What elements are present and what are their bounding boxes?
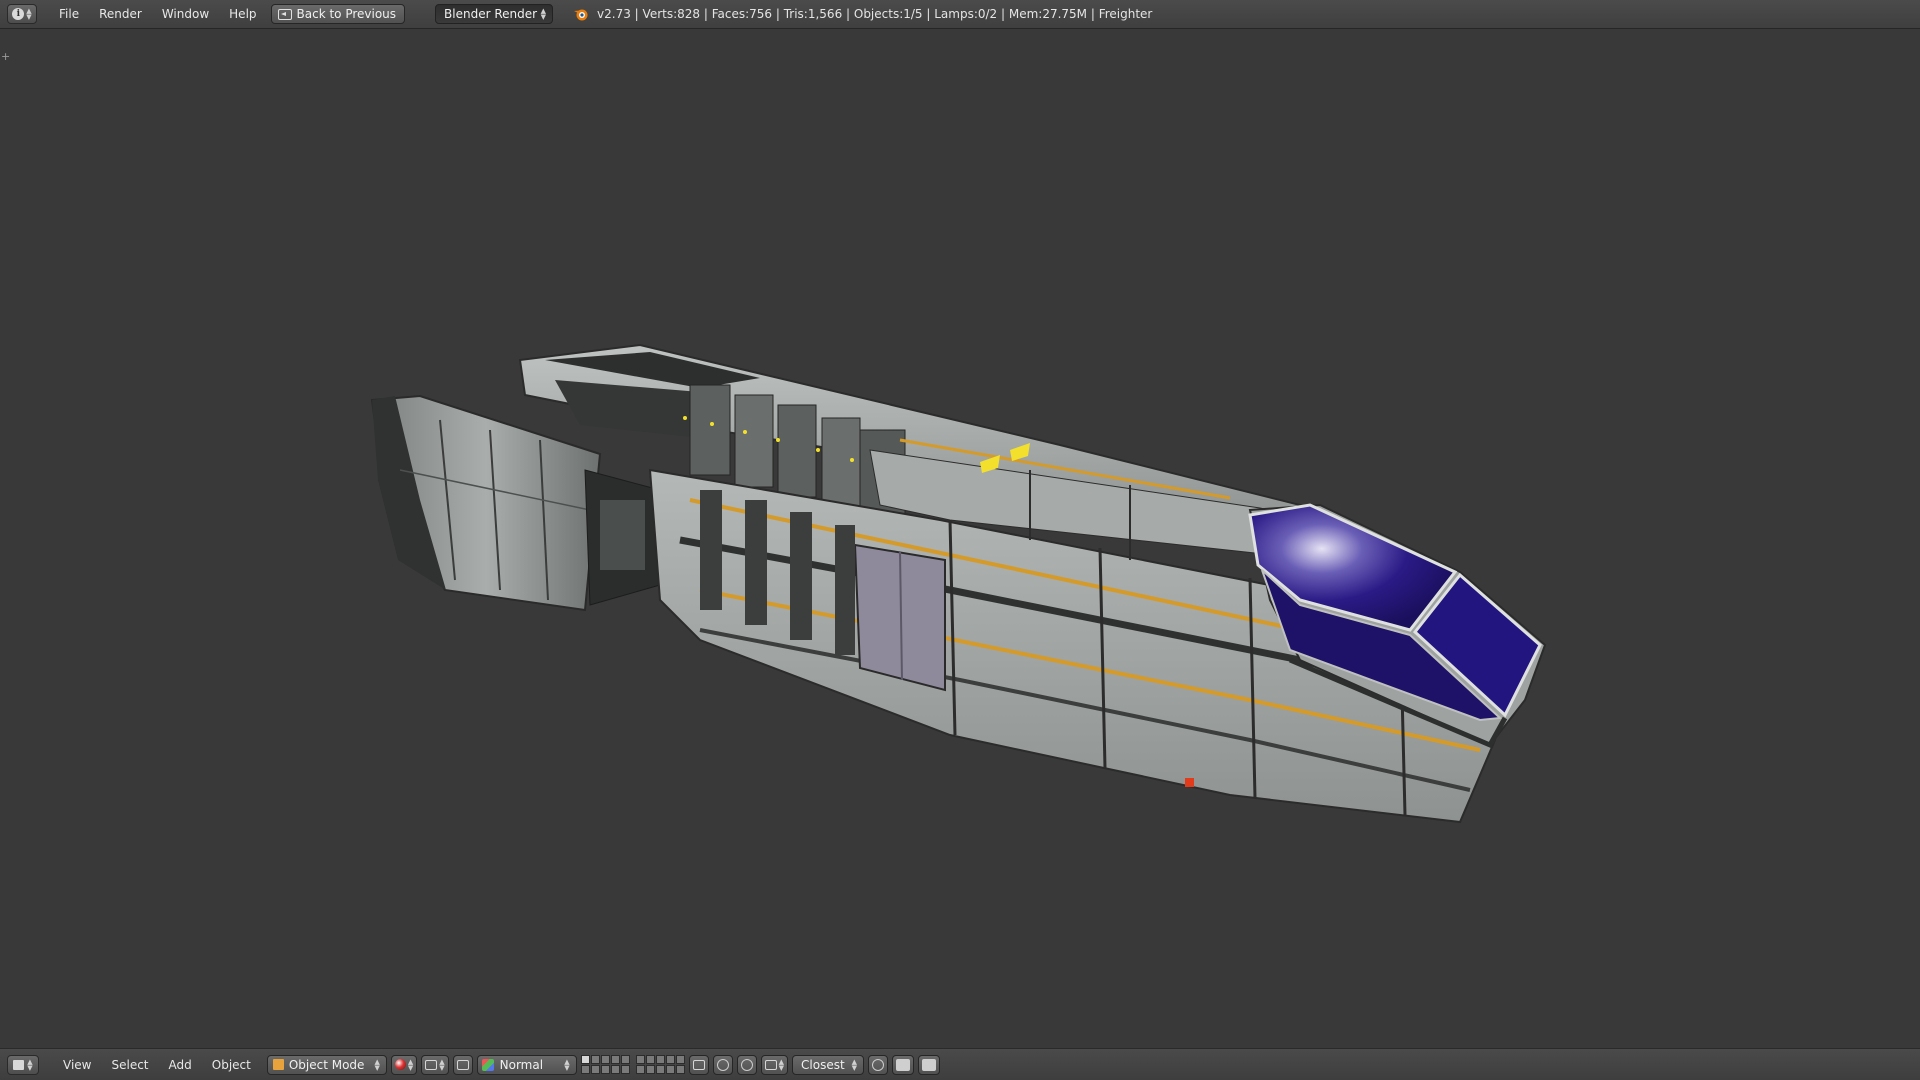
layer-button[interactable]	[590, 1054, 600, 1064]
clapperboard-icon	[922, 1058, 937, 1071]
layer-button[interactable]	[610, 1054, 620, 1064]
camera-render-icon	[896, 1058, 911, 1071]
object-mode-icon	[272, 1059, 284, 1070]
snap-toggle-button[interactable]	[736, 1054, 757, 1075]
menu-help[interactable]: Help	[219, 7, 266, 21]
menu-add[interactable]: Add	[159, 1058, 202, 1072]
back-to-previous-label: Back to Previous	[296, 7, 397, 21]
menu-window[interactable]: Window	[152, 7, 219, 21]
updown-arrows-icon: ▲ ▼	[851, 1057, 858, 1072]
menu-object[interactable]: Object	[202, 1058, 261, 1072]
updown-arrows-icon: ▲ ▼	[27, 1057, 33, 1072]
editor-type-selector[interactable]: ▲ ▼	[7, 1054, 39, 1075]
render-engine-select[interactable]: Blender Render ▲ ▼	[435, 4, 554, 24]
updown-arrows-icon: ▲ ▼	[564, 1057, 570, 1072]
snap-element-icon	[764, 1059, 777, 1070]
lock-camera-layers-button[interactable]	[688, 1054, 709, 1075]
layer-buttons-block-2[interactable]	[635, 1054, 685, 1075]
3d-view-header: ▲ ▼ View Select Add Object Object Mode ▲ ▼…	[0, 1048, 1920, 1080]
blender-logo-icon	[574, 9, 588, 21]
menu-render[interactable]: Render	[89, 7, 152, 21]
blender-window: i ▲ ▼ File Render Window Help Back to Pre…	[0, 0, 1920, 1080]
layer-button[interactable]	[655, 1064, 665, 1074]
align-rotation-icon	[872, 1058, 885, 1071]
layer-button[interactable]	[580, 1064, 590, 1074]
layer-button[interactable]	[675, 1064, 685, 1074]
layer-button[interactable]	[675, 1054, 685, 1064]
snap-target-label: Closest	[801, 1057, 845, 1072]
updown-arrows-icon: ▲ ▼	[778, 1057, 785, 1072]
layer-button[interactable]	[655, 1054, 665, 1064]
screen-back-icon	[277, 8, 292, 20]
layer-button[interactable]	[645, 1054, 655, 1064]
updown-arrows-icon: ▲ ▼	[407, 1057, 414, 1072]
opengl-render-button[interactable]	[892, 1054, 915, 1075]
lock-layers-icon	[692, 1059, 705, 1070]
interaction-mode-select[interactable]: Object Mode ▲ ▼	[266, 1054, 387, 1075]
transform-orientation-label: Normal	[499, 1057, 544, 1072]
layer-button[interactable]	[580, 1054, 590, 1064]
shading-sphere-icon	[394, 1059, 406, 1070]
layer-button[interactable]	[600, 1054, 610, 1064]
manipulator-icon	[456, 1059, 469, 1070]
menu-select[interactable]: Select	[101, 1058, 158, 1072]
render-engine-label: Blender Render	[444, 7, 538, 21]
updown-arrows-icon: ▲ ▼	[26, 7, 32, 21]
freighter-model[interactable]	[0, 29, 1920, 1048]
layer-button[interactable]	[635, 1054, 645, 1064]
updown-arrows-icon: ▲ ▼	[439, 1057, 445, 1072]
editor-type-selector[interactable]: i ▲ ▼	[7, 4, 37, 24]
menu-view[interactable]: View	[53, 1058, 101, 1072]
scene-statistics: v2.73 | Verts:828 | Faces:756 | Tris:1,5…	[597, 7, 1153, 21]
transform-orientation-select[interactable]: Normal ▲ ▼	[476, 1054, 577, 1075]
viewport-shading-select[interactable]: ▲ ▼	[390, 1054, 418, 1075]
manipulator-toggle[interactable]	[452, 1054, 473, 1075]
layer-button[interactable]	[590, 1064, 600, 1074]
layer-button[interactable]	[665, 1054, 675, 1064]
3d-view-icon	[13, 1059, 25, 1070]
updown-arrows-icon: ▲ ▼	[374, 1057, 380, 1072]
align-rotation-button[interactable]	[868, 1054, 889, 1075]
interaction-mode-label: Object Mode	[288, 1057, 365, 1072]
info-header: i ▲ ▼ File Render Window Help Back to Pre…	[0, 0, 1920, 29]
transform-orientation-icon	[481, 1058, 494, 1071]
back-to-previous-button[interactable]: Back to Previous	[270, 4, 406, 24]
proportional-editing-button[interactable]	[712, 1054, 733, 1075]
snap-element-select[interactable]: ▲ ▼	[760, 1054, 789, 1075]
pivot-point-icon	[425, 1059, 438, 1070]
3d-viewport[interactable]: +	[0, 29, 1920, 1048]
snap-target-select[interactable]: Closest ▲ ▼	[792, 1054, 865, 1075]
magnet-icon	[740, 1058, 753, 1071]
layer-button[interactable]	[620, 1064, 630, 1074]
opengl-animation-button[interactable]	[918, 1054, 941, 1075]
layer-button[interactable]	[610, 1064, 620, 1074]
updown-arrows-icon: ▲ ▼	[540, 7, 547, 21]
layer-button[interactable]	[620, 1054, 630, 1064]
info-icon: i	[12, 8, 25, 20]
layer-button[interactable]	[665, 1064, 675, 1074]
layer-button[interactable]	[635, 1064, 645, 1074]
layer-button[interactable]	[645, 1064, 655, 1074]
layer-buttons-block-1[interactable]	[580, 1054, 630, 1075]
menu-file[interactable]: File	[49, 7, 89, 21]
pivot-point-select[interactable]: ▲ ▼	[421, 1054, 449, 1075]
proportional-editing-icon	[716, 1058, 729, 1071]
layer-button[interactable]	[600, 1064, 610, 1074]
